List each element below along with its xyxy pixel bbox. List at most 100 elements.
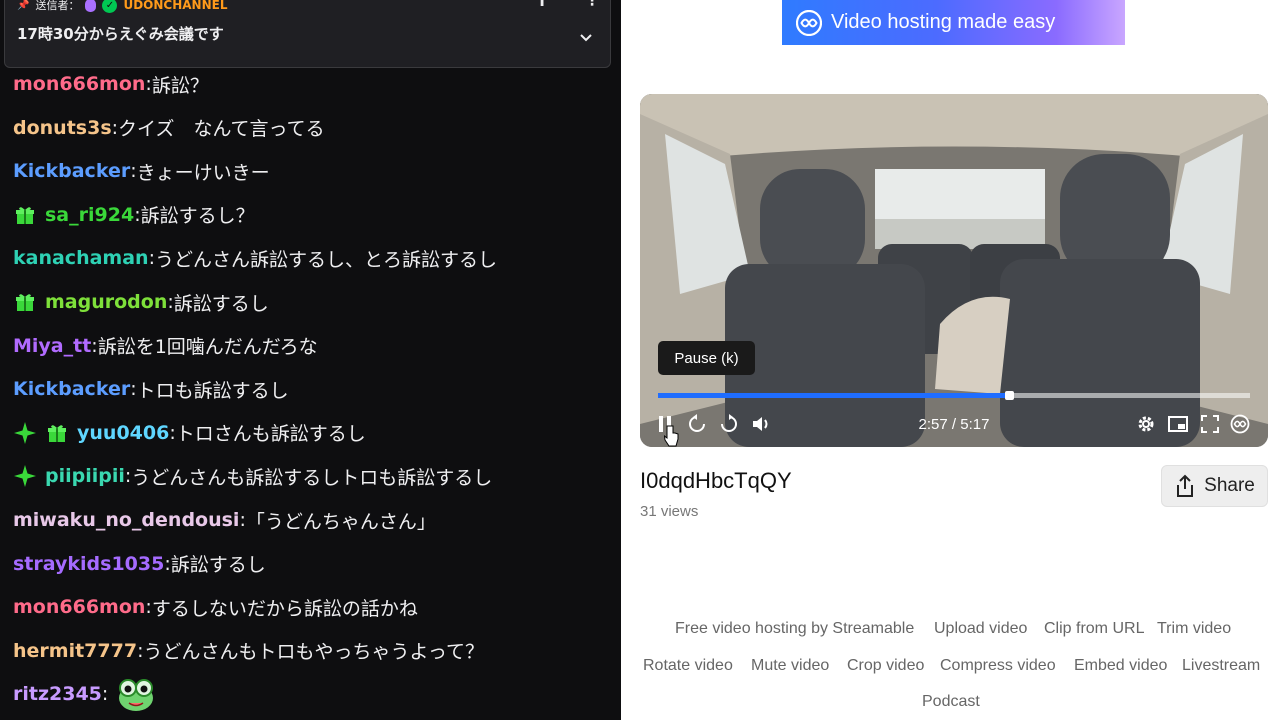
forward-icon bbox=[721, 414, 737, 432]
footer-link-trim-video[interactable]: Trim video bbox=[1157, 620, 1231, 638]
chat-text: クイズ なんて言ってる bbox=[118, 118, 325, 141]
more-options-icon[interactable]: ⋮ bbox=[585, 0, 599, 9]
volume-icon bbox=[753, 417, 768, 431]
pause-tooltip: Pause (k) bbox=[658, 341, 755, 375]
chat-text: うどんさん訴訟するし、とろ訴訟するし bbox=[154, 248, 497, 271]
picture-in-picture-button[interactable] bbox=[1167, 413, 1189, 435]
chat-message: miwaku_no_dendousi: 「うどんちゃんさん」 bbox=[13, 505, 436, 535]
chat-username[interactable]: Kickbacker bbox=[13, 378, 130, 400]
footer-link-livestream[interactable]: Livestream bbox=[1182, 657, 1260, 675]
picture-in-picture-icon bbox=[1168, 416, 1188, 432]
footer-link-clip-from-url[interactable]: Clip from URL bbox=[1044, 620, 1144, 638]
footer-link-free-video-hosting[interactable]: Free video hosting by Streamable bbox=[675, 620, 914, 638]
chat-colon: : bbox=[101, 683, 109, 706]
progress-fill bbox=[658, 393, 1010, 398]
rewind-icon bbox=[689, 414, 705, 432]
gift-icon[interactable] bbox=[45, 421, 69, 445]
chat-message: donuts3s: クイズ なんて言ってる bbox=[13, 113, 325, 143]
chat-username[interactable]: miwaku_no_dendousi bbox=[13, 509, 239, 531]
chat-message: Kickbacker: きょーけいきー bbox=[13, 156, 270, 186]
chat-message: sa_ri924: 訴訟するし？ bbox=[13, 200, 255, 230]
chat-message: ritz2345: bbox=[13, 679, 156, 712]
share-label: Share bbox=[1204, 475, 1255, 496]
chat-text: 「うどんちゃんさん」 bbox=[245, 510, 436, 533]
unpin-icon[interactable]: ⬆ bbox=[537, 0, 547, 9]
chat-text: するしないだから訴訟の話かね bbox=[151, 597, 418, 620]
chat-text: うどんさんも訴訟するしトロも訴訟するし bbox=[131, 466, 493, 489]
mouse-cursor-icon bbox=[664, 425, 679, 447]
chat-text: 訴訟？ bbox=[151, 74, 209, 97]
pinned-header: 📌 送信者： ✓ UDONCHANNEL bbox=[17, 0, 227, 15]
chat-text: きょーけいきー bbox=[136, 161, 270, 184]
video-player[interactable]: Pause (k) 2:57 / 5:17 bbox=[640, 94, 1268, 447]
chat-message: kanachaman: うどんさん訴訟するし、とろ訴訟するし bbox=[13, 243, 497, 273]
gift-icon[interactable] bbox=[13, 290, 37, 314]
pinned-message-text: 17時30分からえぐみ会議です bbox=[17, 25, 224, 43]
chat-message: Miya_tt: 訴訟を1回噛んだんだろな bbox=[13, 331, 318, 361]
footer-link-embed-video[interactable]: Embed video bbox=[1074, 657, 1167, 675]
settings-button[interactable] bbox=[1135, 413, 1157, 435]
chat-text: 訴訟を1回噛んだんだろな bbox=[97, 336, 318, 359]
sparkle-icon[interactable] bbox=[13, 464, 37, 488]
footer-link-mute-video[interactable]: Mute video bbox=[751, 657, 829, 675]
chat-message: mon666mon: するしないだから訴訟の話かね bbox=[13, 592, 418, 622]
footer-link-podcast[interactable]: Podcast bbox=[922, 693, 980, 711]
chat-message: magurodon: 訴訟するし bbox=[13, 287, 269, 317]
progress-handle[interactable] bbox=[1005, 391, 1015, 400]
chat-username[interactable]: yuu0406 bbox=[77, 422, 169, 444]
broadcaster-badge-icon bbox=[85, 0, 97, 12]
time-display: 2:57 / 5:17 bbox=[918, 415, 990, 433]
promo-banner[interactable]: Video hosting made easy bbox=[782, 0, 1125, 45]
banner-text: Video hosting made easy bbox=[831, 11, 1056, 33]
chat-username[interactable]: mon666mon bbox=[13, 596, 145, 618]
chat-username[interactable]: kanachaman bbox=[13, 247, 149, 269]
chat-username[interactable]: Miya_tt bbox=[13, 335, 91, 357]
pinned-sender-label: 送信者： bbox=[35, 0, 80, 12]
forward-button[interactable] bbox=[718, 413, 740, 435]
chat-text: トロさんも訴訟するし bbox=[175, 423, 366, 446]
share-icon bbox=[1177, 474, 1194, 497]
chat-username[interactable]: piipiipii bbox=[45, 465, 125, 487]
chat-username[interactable]: donuts3s bbox=[13, 117, 112, 139]
chat-username[interactable]: ritz2345 bbox=[13, 683, 102, 705]
streamable-link-button[interactable] bbox=[1229, 413, 1251, 435]
chat-text: トロも訴訟するし bbox=[136, 379, 289, 402]
chat-message: yuu0406: トロさんも訴訟するし bbox=[13, 418, 366, 448]
view-count: 31 views bbox=[640, 503, 699, 520]
chat-panel: 📌 送信者： ✓ UDONCHANNEL ⬆ ⋮ 17時30分からえぐみ会議です… bbox=[0, 0, 621, 720]
chat-text: うどんさんもトロもやっちゃうよって？ bbox=[143, 641, 484, 664]
chat-message: straykids1035: 訴訟するし bbox=[13, 549, 266, 579]
footer-link-rotate-video[interactable]: Rotate video bbox=[643, 657, 733, 675]
footer-link-compress-video[interactable]: Compress video bbox=[940, 657, 1056, 675]
chat-text: 訴訟するし bbox=[173, 292, 269, 315]
chat-message: hermit7777: うどんさんもトロもやっちゃうよって？ bbox=[13, 636, 484, 666]
chevron-down-icon[interactable] bbox=[579, 31, 593, 45]
frog-emote bbox=[116, 674, 156, 714]
verified-badge-icon: ✓ bbox=[102, 0, 118, 13]
chat-username[interactable]: magurodon bbox=[45, 291, 167, 313]
rewind-button[interactable] bbox=[686, 413, 708, 435]
pinned-channel-name[interactable]: UDONCHANNEL bbox=[123, 0, 227, 12]
streamable-logo-icon bbox=[796, 9, 822, 36]
volume-button[interactable] bbox=[750, 413, 772, 435]
chat-username[interactable]: straykids1035 bbox=[13, 553, 164, 575]
chat-text: 訴訟するし bbox=[170, 554, 266, 577]
footer-link-upload-video[interactable]: Upload video bbox=[934, 620, 1027, 638]
sparkle-icon[interactable] bbox=[13, 421, 37, 445]
progress-bar[interactable] bbox=[658, 391, 1250, 400]
share-button[interactable]: Share bbox=[1161, 465, 1268, 507]
streamable-logo-icon bbox=[1230, 414, 1250, 434]
chat-message: Kickbacker: トロも訴訟するし bbox=[13, 374, 289, 404]
chat-username[interactable]: sa_ri924 bbox=[45, 204, 134, 226]
gift-icon[interactable] bbox=[13, 203, 37, 227]
pin-icon: 📌 bbox=[17, 0, 30, 11]
chat-username[interactable]: hermit7777 bbox=[13, 640, 137, 662]
gear-icon bbox=[1138, 416, 1154, 432]
chat-username[interactable]: Kickbacker bbox=[13, 160, 130, 182]
footer-link-crop-video[interactable]: Crop video bbox=[847, 657, 924, 675]
chat-username[interactable]: mon666mon bbox=[13, 73, 145, 95]
chat-text: 訴訟するし？ bbox=[140, 205, 255, 228]
pinned-message[interactable]: 📌 送信者： ✓ UDONCHANNEL ⬆ ⋮ 17時30分からえぐみ会議です bbox=[4, 0, 611, 68]
chat-message: mon666mon: 訴訟？ bbox=[13, 69, 209, 99]
fullscreen-button[interactable] bbox=[1199, 413, 1221, 435]
